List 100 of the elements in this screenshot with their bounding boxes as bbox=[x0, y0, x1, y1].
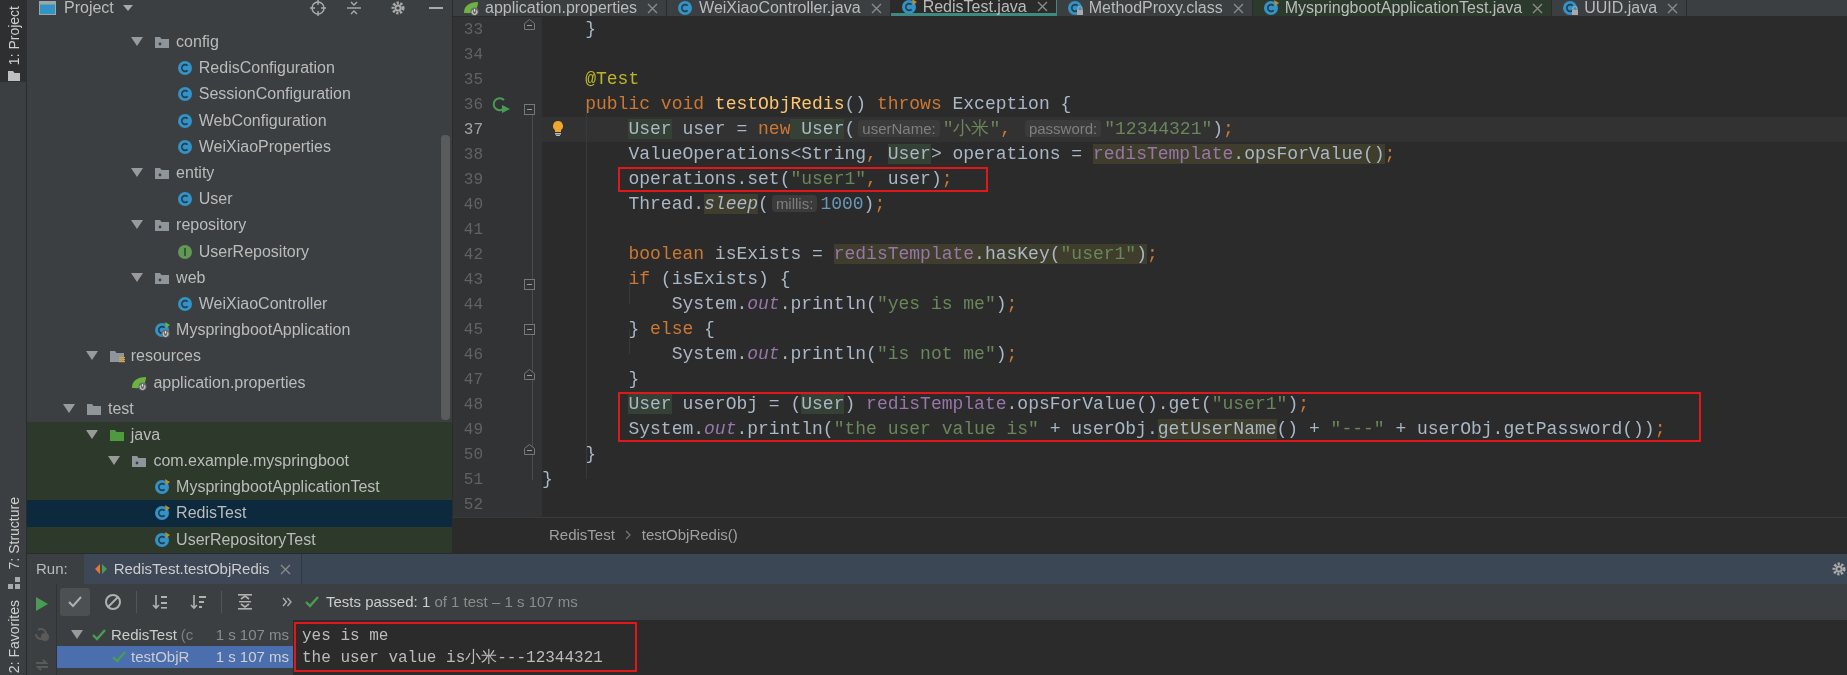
close-icon[interactable] bbox=[279, 563, 291, 575]
status-text: Tests passed: 1 of 1 test – 1 s 107 ms bbox=[326, 591, 578, 612]
tool-window-tab[interactable]: 7: Structure bbox=[5, 497, 22, 570]
class-icon bbox=[677, 0, 694, 16]
leaf-icon bbox=[131, 374, 148, 391]
expanded-arrow-icon bbox=[131, 271, 144, 284]
scrollbar-thumb[interactable] bbox=[441, 135, 450, 420]
code-line: @Test bbox=[584, 68, 640, 91]
breadcrumb-item[interactable]: testObjRedis() bbox=[641, 523, 738, 547]
code-line: ValueOperations<String, User> operations = redisTemplate.opsForValue(); bbox=[627, 143, 1396, 166]
close-icon[interactable] bbox=[647, 2, 659, 14]
editor-tab[interactable]: RedisTest.java bbox=[890, 0, 1057, 16]
close-icon[interactable] bbox=[1532, 2, 1544, 14]
tree-item[interactable]: resources bbox=[27, 343, 452, 370]
tree-item[interactable]: User bbox=[27, 186, 452, 213]
tree-item[interactable]: web bbox=[27, 264, 452, 291]
locked-class-icon bbox=[1066, 0, 1083, 16]
sort-alpha-icon bbox=[151, 593, 169, 611]
tree-item[interactable]: MyspringbootApplication bbox=[27, 317, 452, 344]
code-line: User userObj = (User) redisTemplate.opsForValue().get("user1"); bbox=[627, 393, 1309, 416]
fold-marker-icon[interactable] bbox=[523, 324, 535, 335]
tool-window-tab[interactable]: 2: Favorites bbox=[5, 599, 22, 673]
settings-icon[interactable] bbox=[390, 0, 406, 16]
tree-item[interactable]: entity bbox=[27, 159, 452, 187]
more-chevrons-icon bbox=[282, 597, 292, 607]
code-line: } bbox=[627, 368, 640, 391]
lightbulb-icon[interactable] bbox=[550, 120, 566, 137]
tree-item[interactable]: SessionConfiguration bbox=[27, 81, 452, 108]
expanded-arrow-icon bbox=[85, 428, 98, 441]
tree-item[interactable]: WeiXiaoProperties bbox=[27, 133, 452, 160]
fold-marker-icon[interactable] bbox=[523, 369, 535, 380]
console-line: the user value is小米---12344321 bbox=[302, 648, 603, 669]
toggle-icon[interactable] bbox=[33, 657, 50, 673]
fold-marker-icon[interactable] bbox=[523, 19, 535, 30]
close-icon[interactable] bbox=[1667, 2, 1679, 14]
code-line: Thread.sleep( millis: 1000); bbox=[627, 193, 886, 216]
tree-item[interactable]: UserRepository bbox=[27, 238, 452, 265]
code-line: System.out.println("yes is me"); bbox=[670, 293, 1018, 316]
code-line: } bbox=[584, 18, 597, 41]
test-class-icon bbox=[154, 505, 171, 522]
editor-tab[interactable]: MyspringbootApplicationTest.java bbox=[1252, 0, 1553, 16]
locate-icon[interactable] bbox=[310, 0, 326, 16]
fold-marker-icon[interactable] bbox=[523, 104, 535, 115]
fold-marker-icon[interactable] bbox=[523, 279, 535, 290]
stop-circle-icon bbox=[104, 593, 122, 611]
expanded-arrow-icon bbox=[63, 402, 75, 415]
tree-item[interactable]: com.example.myspringboot bbox=[27, 448, 452, 475]
code-line: User user = new User( userName: "小米", password: "12344321"); bbox=[627, 118, 1234, 141]
test-tree-item[interactable]: testObjR 1 s 107 ms bbox=[57, 646, 293, 668]
code-line: boolean isExists = redisTemplate.hasKey("user1"); bbox=[627, 243, 1158, 266]
tree-item[interactable]: test bbox=[27, 395, 452, 422]
close-icon[interactable] bbox=[1036, 1, 1048, 12]
package-folder-icon bbox=[154, 217, 171, 234]
class-icon bbox=[176, 86, 193, 103]
test-class-icon bbox=[154, 531, 171, 548]
tree-item[interactable]: application.properties bbox=[27, 369, 452, 396]
tree-item[interactable]: RedisTest bbox=[27, 500, 452, 527]
tree-item[interactable]: MyspringbootApplicationTest bbox=[27, 474, 452, 501]
tree-item[interactable]: WebConfiguration bbox=[27, 107, 452, 134]
close-icon[interactable] bbox=[870, 2, 882, 14]
test-tree-item[interactable]: RedisTest (c 1 s 107 ms bbox=[57, 624, 293, 646]
locked-class-icon bbox=[1562, 0, 1579, 16]
tree-item[interactable]: RedisConfiguration bbox=[27, 55, 452, 82]
tree-item[interactable]: java bbox=[27, 421, 452, 448]
passed-check-icon bbox=[304, 594, 320, 610]
test-class-icon bbox=[1262, 0, 1279, 16]
structure-icon bbox=[6, 575, 21, 590]
test-class-icon bbox=[900, 0, 917, 15]
code-line: } bbox=[542, 468, 553, 491]
code-line: if (isExists) { bbox=[627, 268, 791, 291]
panel-title[interactable]: Project bbox=[64, 0, 114, 16]
run-icon[interactable] bbox=[34, 596, 49, 612]
class-icon bbox=[176, 60, 193, 77]
class-icon bbox=[176, 295, 193, 312]
leaf-icon bbox=[463, 0, 479, 16]
package-folder-icon bbox=[131, 453, 148, 470]
close-icon[interactable] bbox=[1232, 2, 1244, 14]
tree-item[interactable]: repository bbox=[27, 212, 452, 239]
test-result-icon bbox=[93, 563, 108, 575]
code-line: } else { bbox=[627, 318, 715, 341]
run-test-icon[interactable] bbox=[492, 95, 510, 114]
chevron-right-icon bbox=[624, 530, 632, 540]
collapse-all-icon[interactable] bbox=[346, 0, 362, 16]
code-line: } bbox=[584, 443, 597, 466]
tree-item[interactable]: WeiXiaoController bbox=[27, 290, 452, 318]
tree-item[interactable]: UserRepositoryTest bbox=[27, 526, 452, 553]
expanded-arrow-icon bbox=[71, 629, 83, 641]
window-icon bbox=[39, 0, 56, 16]
tool-window-tab[interactable]: 1: Project bbox=[0, 0, 27, 82]
test-class-icon bbox=[154, 479, 171, 496]
expand-all-icon bbox=[236, 593, 254, 611]
tree-item[interactable]: config bbox=[27, 29, 452, 56]
breadcrumb-item[interactable]: RedisTest bbox=[549, 523, 615, 547]
settings-icon[interactable] bbox=[1831, 561, 1847, 577]
fold-marker-icon[interactable] bbox=[523, 444, 535, 455]
toolbar-button[interactable] bbox=[60, 588, 90, 616]
resources-folder-icon bbox=[108, 348, 125, 365]
class-icon bbox=[176, 191, 193, 208]
code-line: operations.set("user1", user); bbox=[627, 168, 953, 191]
panel-label: Run: bbox=[27, 554, 84, 584]
